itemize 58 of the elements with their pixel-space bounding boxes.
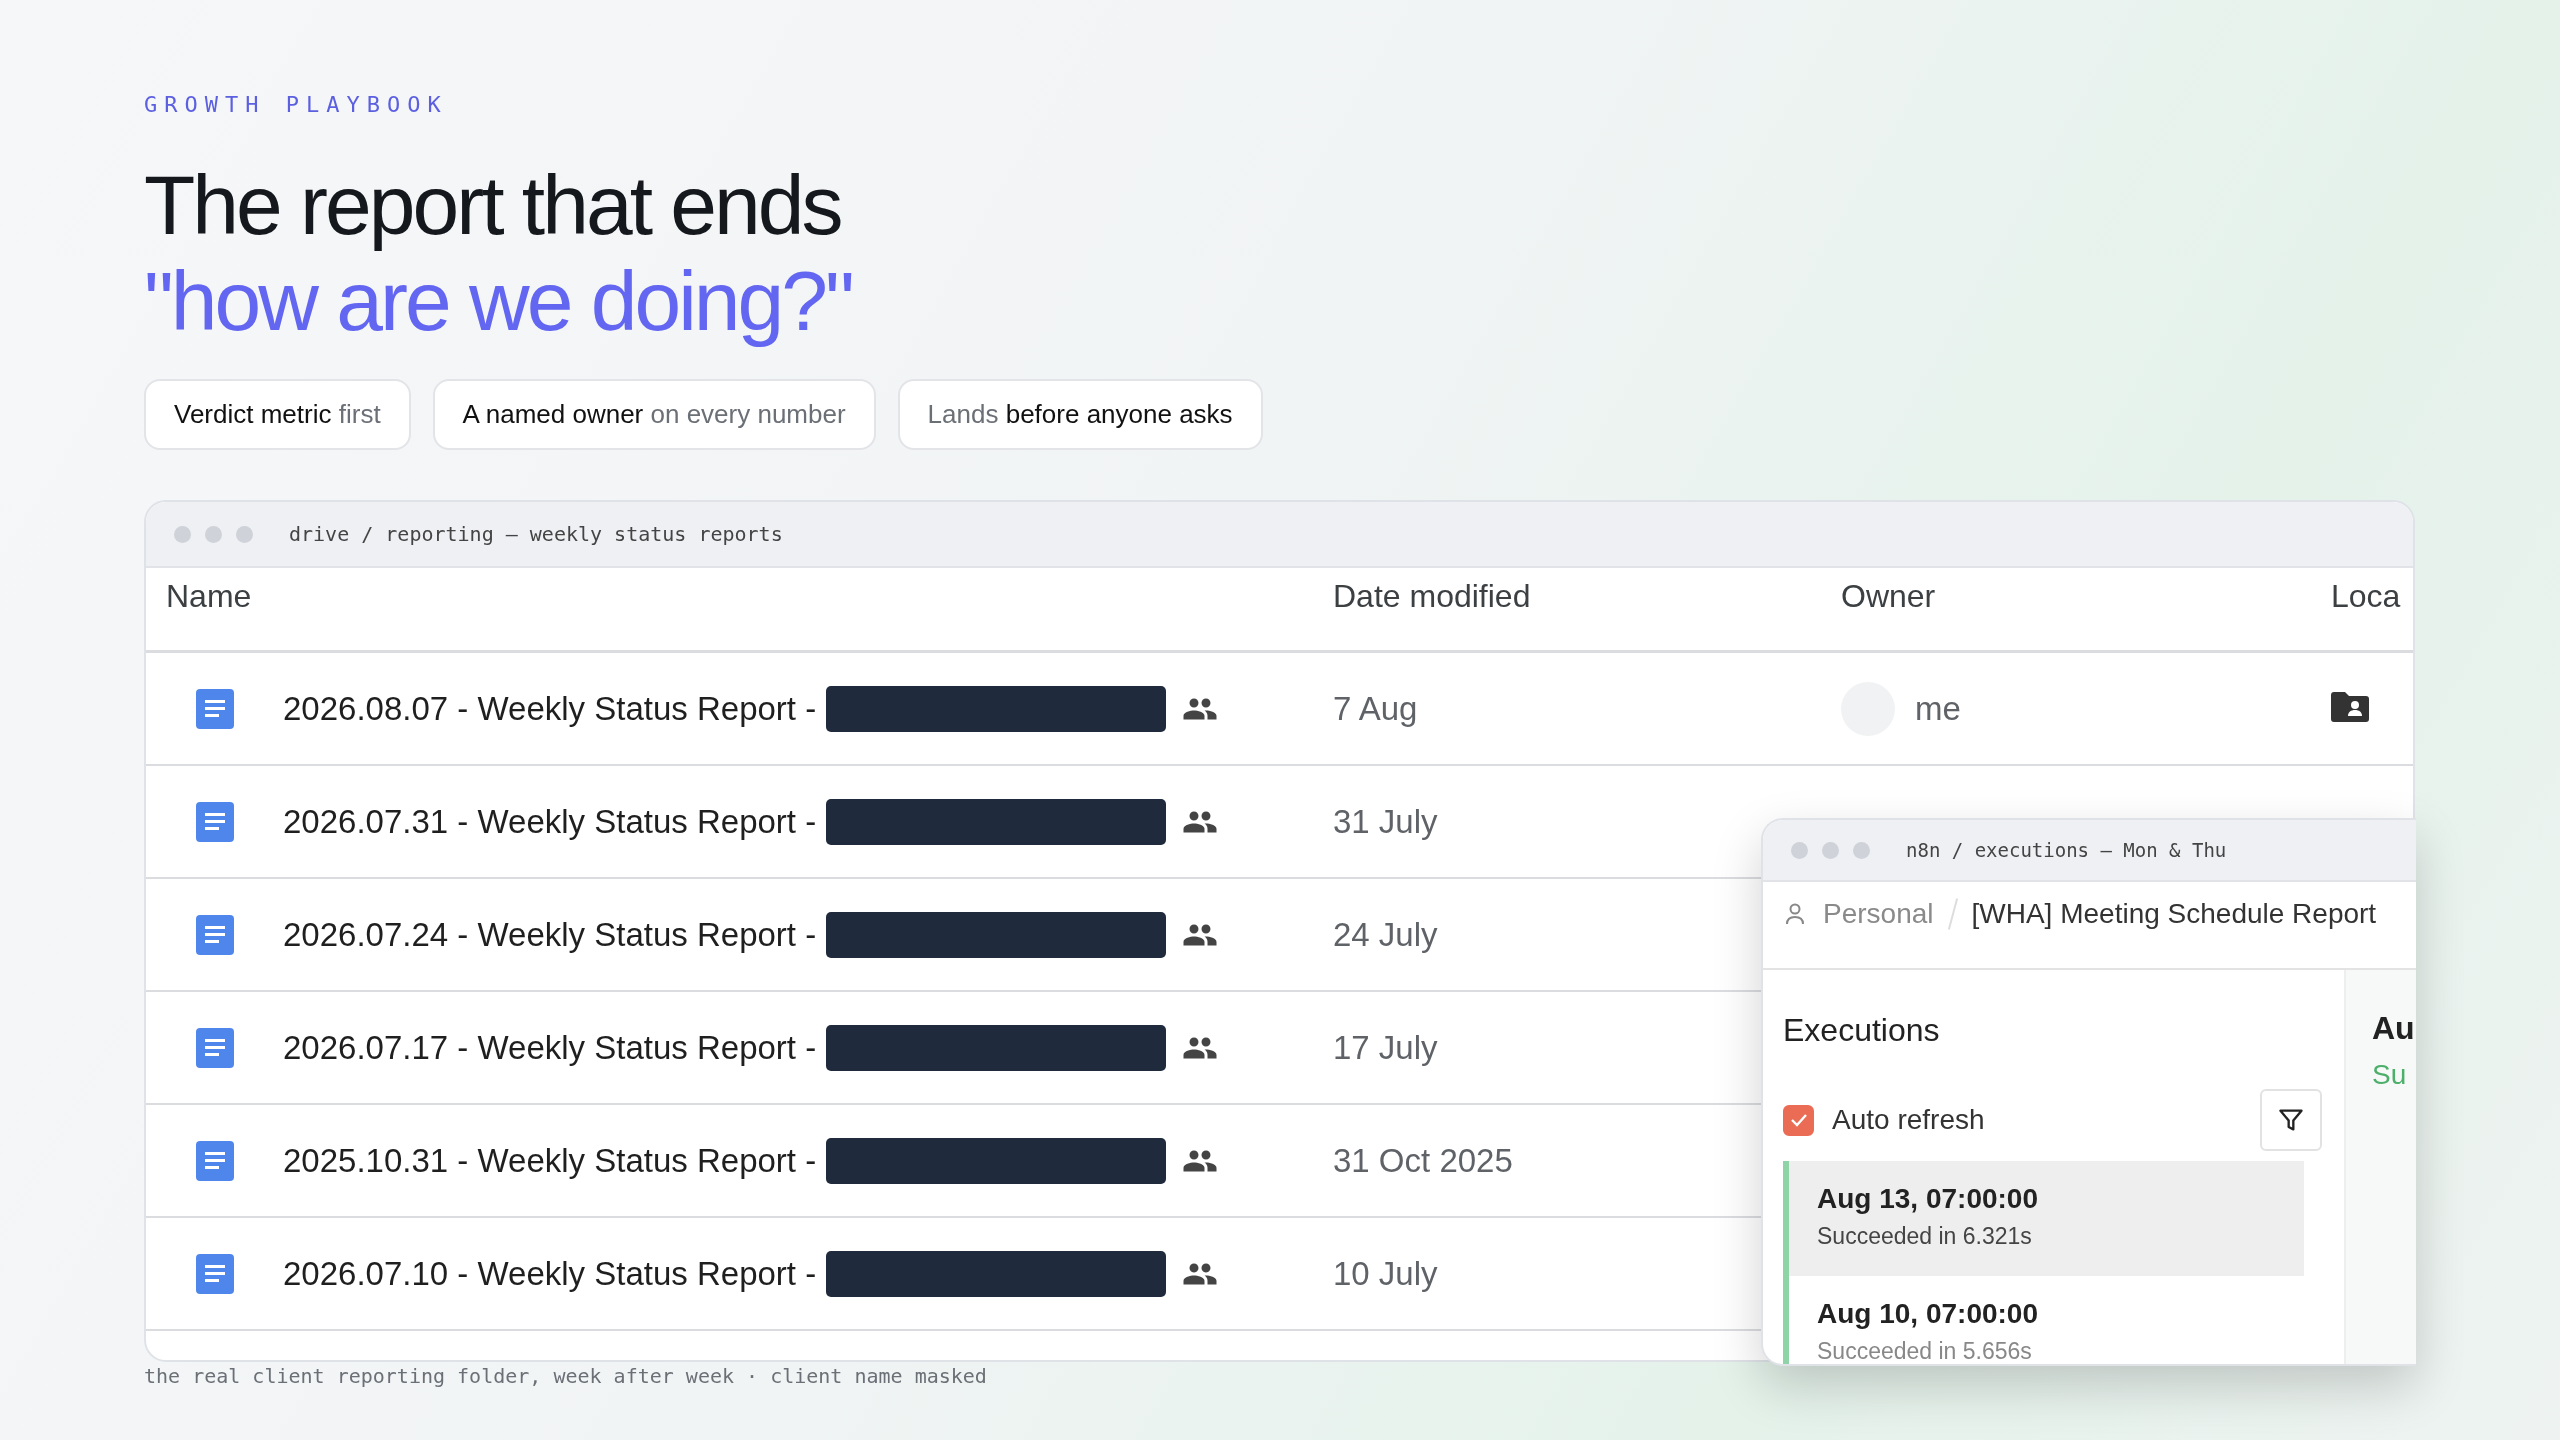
headline-accent: "how are we doing?" [144, 253, 853, 349]
window-dot-icon [1853, 841, 1870, 859]
file-name: 2026.07.17 - Weekly Status Report - [283, 1028, 817, 1067]
window-dot-icon [1791, 841, 1808, 859]
feature-pill: Verdict metric first [144, 379, 411, 450]
checkbox-label: Auto refresh [1832, 1104, 1986, 1136]
detail-status: Su [2372, 1059, 2408, 1091]
execution-time: Aug 10, 07:00:00 [1817, 1298, 2039, 1330]
window-dot-icon [1822, 841, 1839, 859]
document-icon [196, 801, 234, 842]
feature-pill: Lands before anyone asks [897, 379, 1263, 450]
filter-button[interactable] [2260, 1089, 2322, 1151]
section-heading: Executions [1783, 1012, 1941, 1049]
document-icon [196, 1140, 234, 1181]
file-name: 2026.07.10 - Weekly Status Report - [283, 1254, 817, 1293]
people-icon [1182, 809, 1219, 834]
column-header[interactable]: Name [166, 578, 1333, 615]
column-header[interactable]: Owner [1841, 578, 2331, 615]
document-icon [196, 1027, 234, 1068]
window-title: drive / reporting — weekly status reports [289, 522, 783, 546]
window-dot-icon [236, 525, 253, 543]
date-modified: 7 Aug [1333, 689, 1419, 728]
people-icon [1182, 696, 1219, 721]
column-header[interactable]: Loca [2331, 578, 2413, 615]
execution-time: Aug 13, 07:00:00 [1817, 1183, 2039, 1215]
person-icon [1785, 903, 1805, 925]
window-title: n8n / executions — Mon & Thu [1906, 839, 2227, 861]
document-icon [196, 914, 234, 955]
window-dot-icon [174, 525, 191, 543]
document-icon [196, 1253, 234, 1294]
people-icon [1182, 1148, 1219, 1173]
execution-item[interactable]: Aug 13, 07:00:00 Succeeded in 6.321s [1789, 1161, 2304, 1276]
window-dot-icon [205, 525, 222, 543]
date-modified: 10 July [1333, 1254, 1439, 1293]
auto-refresh-checkbox[interactable] [1783, 1104, 1814, 1136]
caption: the real client reporting folder, week after week · client name masked [144, 1364, 988, 1388]
workflow-name: [WHA] Meeting Schedule Report [1971, 898, 2377, 930]
shared-folder-icon [2331, 691, 2369, 722]
feature-pill: A named owner on every number [432, 379, 876, 450]
file-name: 2026.07.24 - Weekly Status Report - [283, 915, 817, 954]
file-name: 2026.07.31 - Weekly Status Report - [283, 802, 817, 841]
file-name: 2026.08.07 - Weekly Status Report - [283, 689, 817, 728]
people-icon [1182, 1261, 1219, 1286]
detail-title: Au [2372, 1010, 2416, 1047]
date-modified: 31 Oct 2025 [1333, 1141, 1514, 1180]
owner-name: me [1915, 689, 1961, 728]
document-icon [196, 688, 234, 729]
date-modified: 31 July [1333, 802, 1439, 841]
file-name: 2025.10.31 - Weekly Status Report - [283, 1141, 817, 1180]
headline: The report that ends [144, 157, 842, 253]
execution-status: Succeeded in 5.656s [1817, 1338, 2033, 1364]
column-header[interactable]: Date modified [1333, 578, 1841, 615]
check-icon [1789, 1113, 1808, 1127]
execution-status: Succeeded in 6.321s [1817, 1223, 2033, 1250]
people-icon [1182, 1035, 1219, 1060]
people-icon [1182, 922, 1219, 947]
eyebrow-label: GROWTH PLAYBOOK [144, 92, 449, 117]
date-modified: 24 July [1333, 915, 1439, 954]
